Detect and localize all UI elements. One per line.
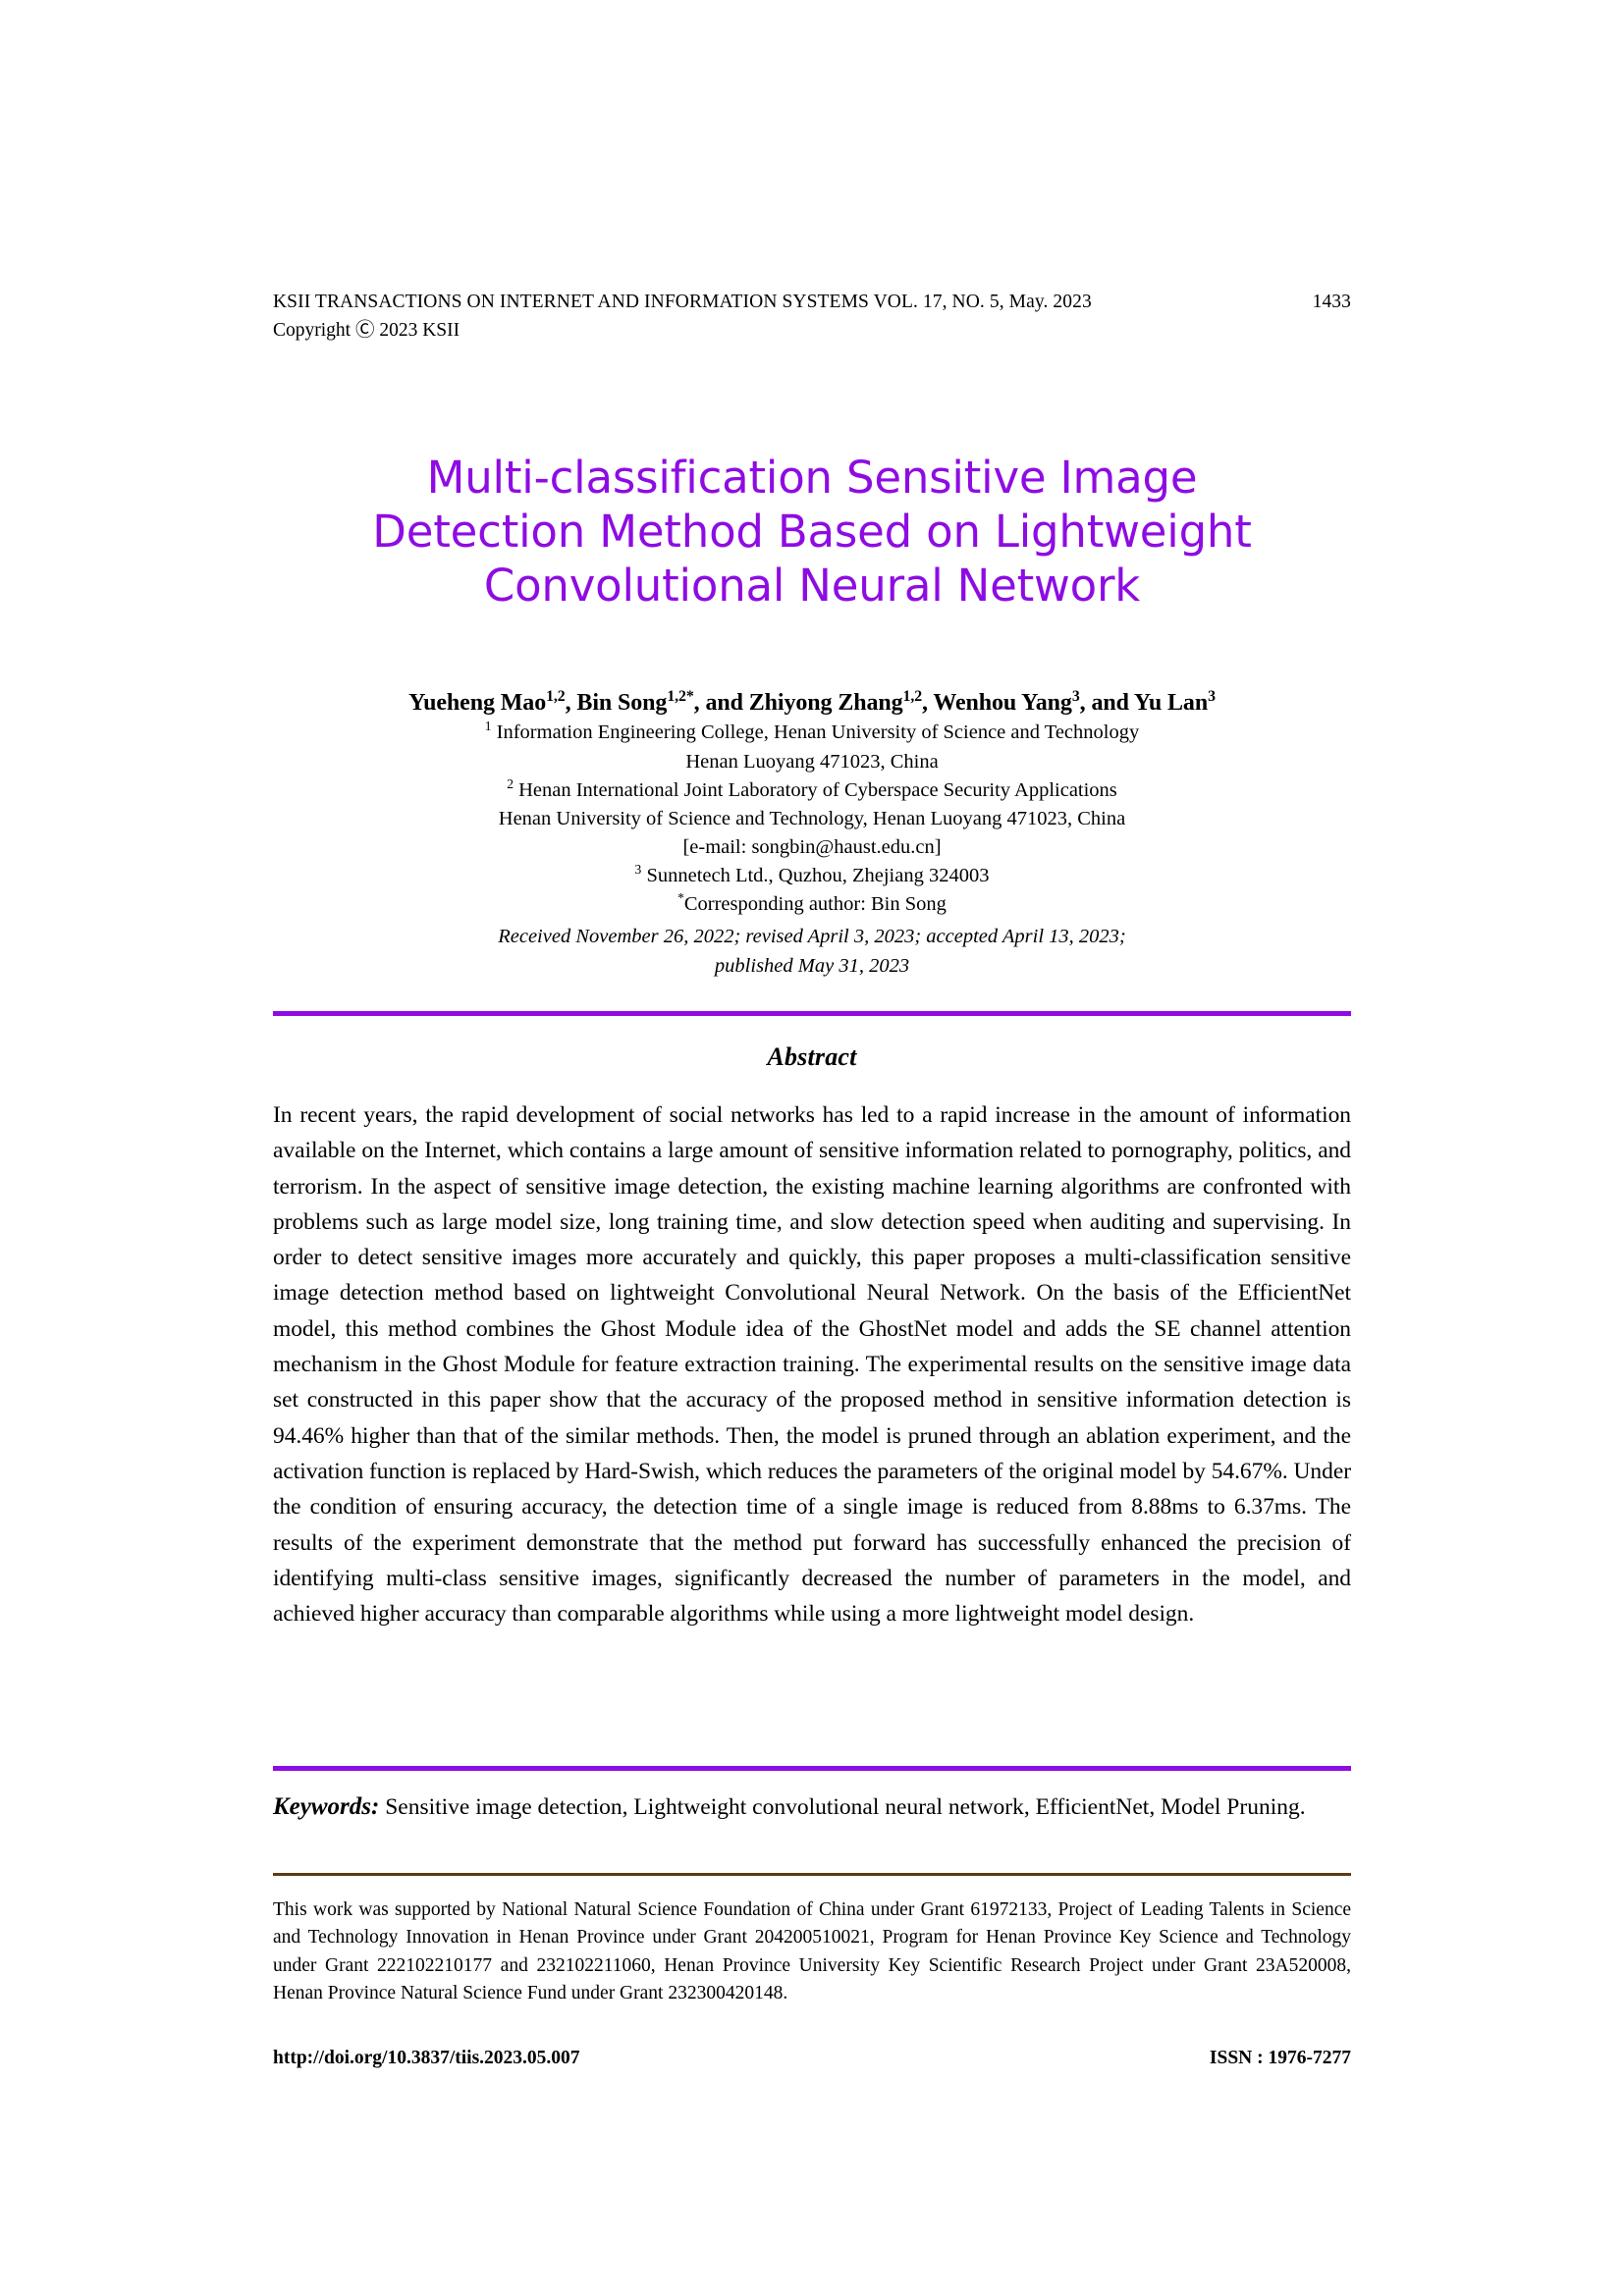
paper-page: KSII TRANSACTIONS ON INTERNET AND INFORM… — [0, 0, 1624, 2296]
funding-note: This work was supported by National Natu… — [273, 1899, 1351, 2003]
divider-above-abstract — [273, 1011, 1351, 1016]
author-sup-5: 3 — [1208, 688, 1216, 705]
affiliation-1-city: Henan Luoyang 471023, China — [685, 750, 939, 773]
author-sup-1: 1,2 — [546, 688, 566, 705]
running-head-row: KSII TRANSACTIONS ON INTERNET AND INFORM… — [273, 289, 1351, 316]
running-head: KSII TRANSACTIONS ON INTERNET AND INFORM… — [273, 289, 1351, 344]
affiliation-2-text: Henan International Joint Laboratory of … — [513, 778, 1117, 801]
author-byline: Yueheng Mao1,2, Bin Song1,2*, and Zhiyon… — [196, 687, 1428, 719]
submission-dates-line-1: Received November 26, 2022; revised Apri… — [498, 926, 1126, 947]
affiliation-2: 2 Henan International Joint Laboratory o… — [196, 776, 1428, 805]
divider-above-keywords — [273, 1766, 1351, 1771]
affiliation-3: 3 Sunnetech Ltd., Quzhou, Zhejiang 32400… — [196, 862, 1428, 890]
submission-dates-line-2: published May 31, 2023 — [714, 954, 910, 977]
affiliation-2-marker: 2 — [507, 775, 514, 791]
page-footer: http://doi.org/10.3837/tiis.2023.05.007 … — [273, 2048, 1351, 2069]
author-sup-2: 1,2* — [667, 688, 694, 705]
corresponding-author-text: Corresponding author: Bin Song — [683, 893, 947, 916]
keywords-label: Keywords: — [273, 1793, 380, 1820]
author-name-5: , and Yu Lan — [1079, 690, 1209, 716]
keywords-block: Keywords: Sensitive image detection, Lig… — [273, 1789, 1351, 1826]
page-number: 1433 — [1312, 292, 1351, 312]
author-name-4: , Wenhou Yang — [922, 690, 1072, 716]
submission-dates: Received November 26, 2022; revised Apri… — [196, 923, 1428, 981]
doi-link[interactable]: http://doi.org/10.3837/tiis.2023.05.007 — [273, 2048, 580, 2069]
author-sup-4: 3 — [1071, 688, 1080, 705]
copyright-line: Copyright Ⓒ 2023 KSII — [273, 319, 460, 341]
journal-title-line: KSII TRANSACTIONS ON INTERNET AND INFORM… — [273, 292, 1092, 312]
divider-below-keywords — [273, 1873, 1351, 1876]
corresponding-author-marker: * — [677, 890, 684, 906]
affiliation-3-text: Sunnetech Ltd., Quzhou, Zhejiang 324003 — [641, 864, 990, 886]
corresponding-author: *Corresponding author: Bin Song — [196, 890, 1428, 919]
affiliation-1-marker: 1 — [484, 719, 492, 734]
author-name-1: Yueheng Mao — [408, 690, 547, 716]
abstract-heading: Abstract — [767, 1042, 857, 1071]
title-line-2: Detection Method Based on Lightweight — [372, 506, 1252, 559]
abstract-body: In recent years, the rapid development o… — [273, 1102, 1351, 1628]
page-title: Multi-classification Sensitive Image Det… — [196, 452, 1428, 614]
contact-email[interactable]: [e-mail: songbin@haust.edu.cn] — [196, 833, 1428, 862]
author-sup-3: 1,2 — [902, 688, 923, 705]
affiliation-2-city: Henan University of Science and Technolo… — [498, 807, 1126, 829]
author-name-2: , Bin Song — [565, 690, 668, 716]
title-line-1: Multi-classification Sensitive Image — [426, 452, 1198, 505]
title-line-3: Convolutional Neural Network — [483, 559, 1141, 612]
author-name-3: , and Zhiyong Zhang — [693, 690, 903, 716]
author-block: Yueheng Mao1,2, Bin Song1,2*, and Zhiyon… — [196, 687, 1428, 919]
affiliation-1: 1 Information Engineering College, Henan… — [196, 719, 1428, 747]
issn-label: ISSN : 1976-7277 — [1209, 2048, 1351, 2068]
affiliation-1-text: Information Engineering College, Henan U… — [491, 721, 1140, 744]
keywords-text: Sensitive image detection, Lightweight c… — [379, 1794, 1306, 1820]
